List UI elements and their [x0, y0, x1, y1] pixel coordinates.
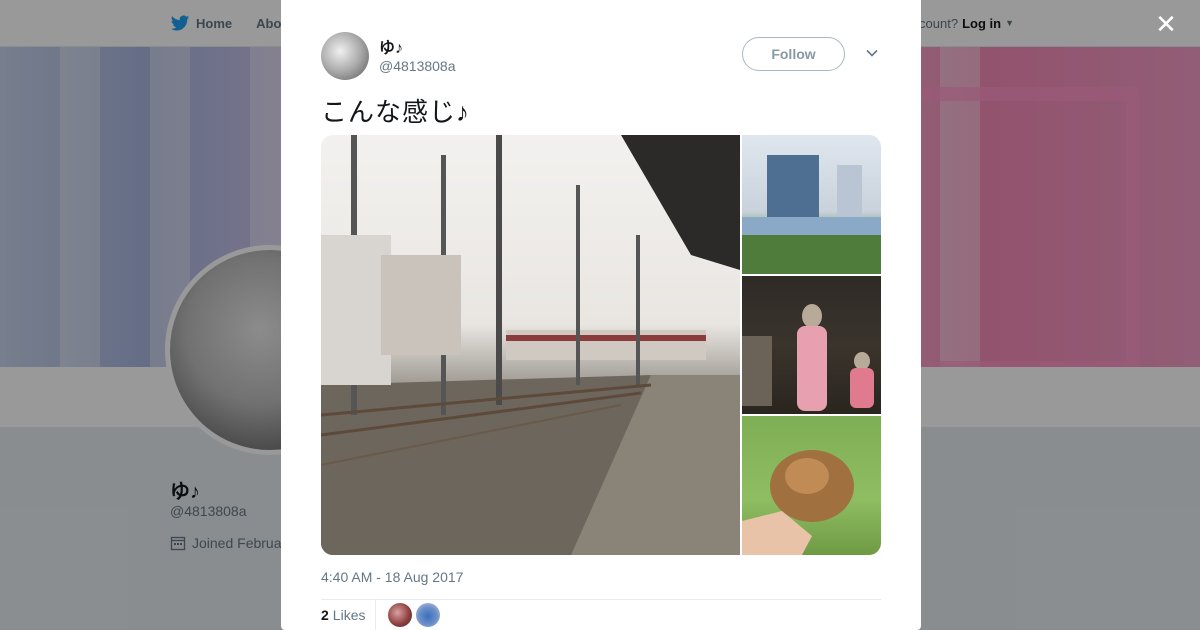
- jizo-statues-photo[interactable]: [742, 276, 881, 414]
- likers-avatars: [388, 603, 441, 627]
- author-avatar[interactable]: [321, 32, 369, 80]
- likes-count[interactable]: 2 Likes: [321, 600, 377, 630]
- chevron-down-icon[interactable]: [865, 46, 879, 60]
- tweet-modal: ゆ♪ @4813808a Follow こんな感じ♪ 4:40 AM - 18 …: [281, 0, 921, 630]
- likes-number: 2: [321, 607, 329, 623]
- tweet-text: こんな感じ♪: [321, 97, 471, 127]
- tweet-timestamp[interactable]: 4:40 AM - 18 Aug 2017: [321, 569, 463, 585]
- liker-avatar[interactable]: [388, 603, 413, 627]
- tweet-media-grid: [321, 135, 881, 555]
- author-handle[interactable]: @4813808a: [379, 58, 456, 74]
- author-name[interactable]: ゆ♪: [379, 34, 403, 58]
- train-platform-photo[interactable]: [321, 135, 740, 555]
- likes-label: Likes: [332, 607, 366, 623]
- tweet-stats: 2 Likes: [321, 600, 441, 630]
- close-icon[interactable]: ✕: [1154, 11, 1178, 37]
- city-buildings-photo[interactable]: [742, 135, 881, 274]
- liker-avatar[interactable]: [416, 603, 441, 627]
- follow-button[interactable]: Follow: [742, 37, 845, 71]
- rabbit-photo[interactable]: [742, 416, 881, 555]
